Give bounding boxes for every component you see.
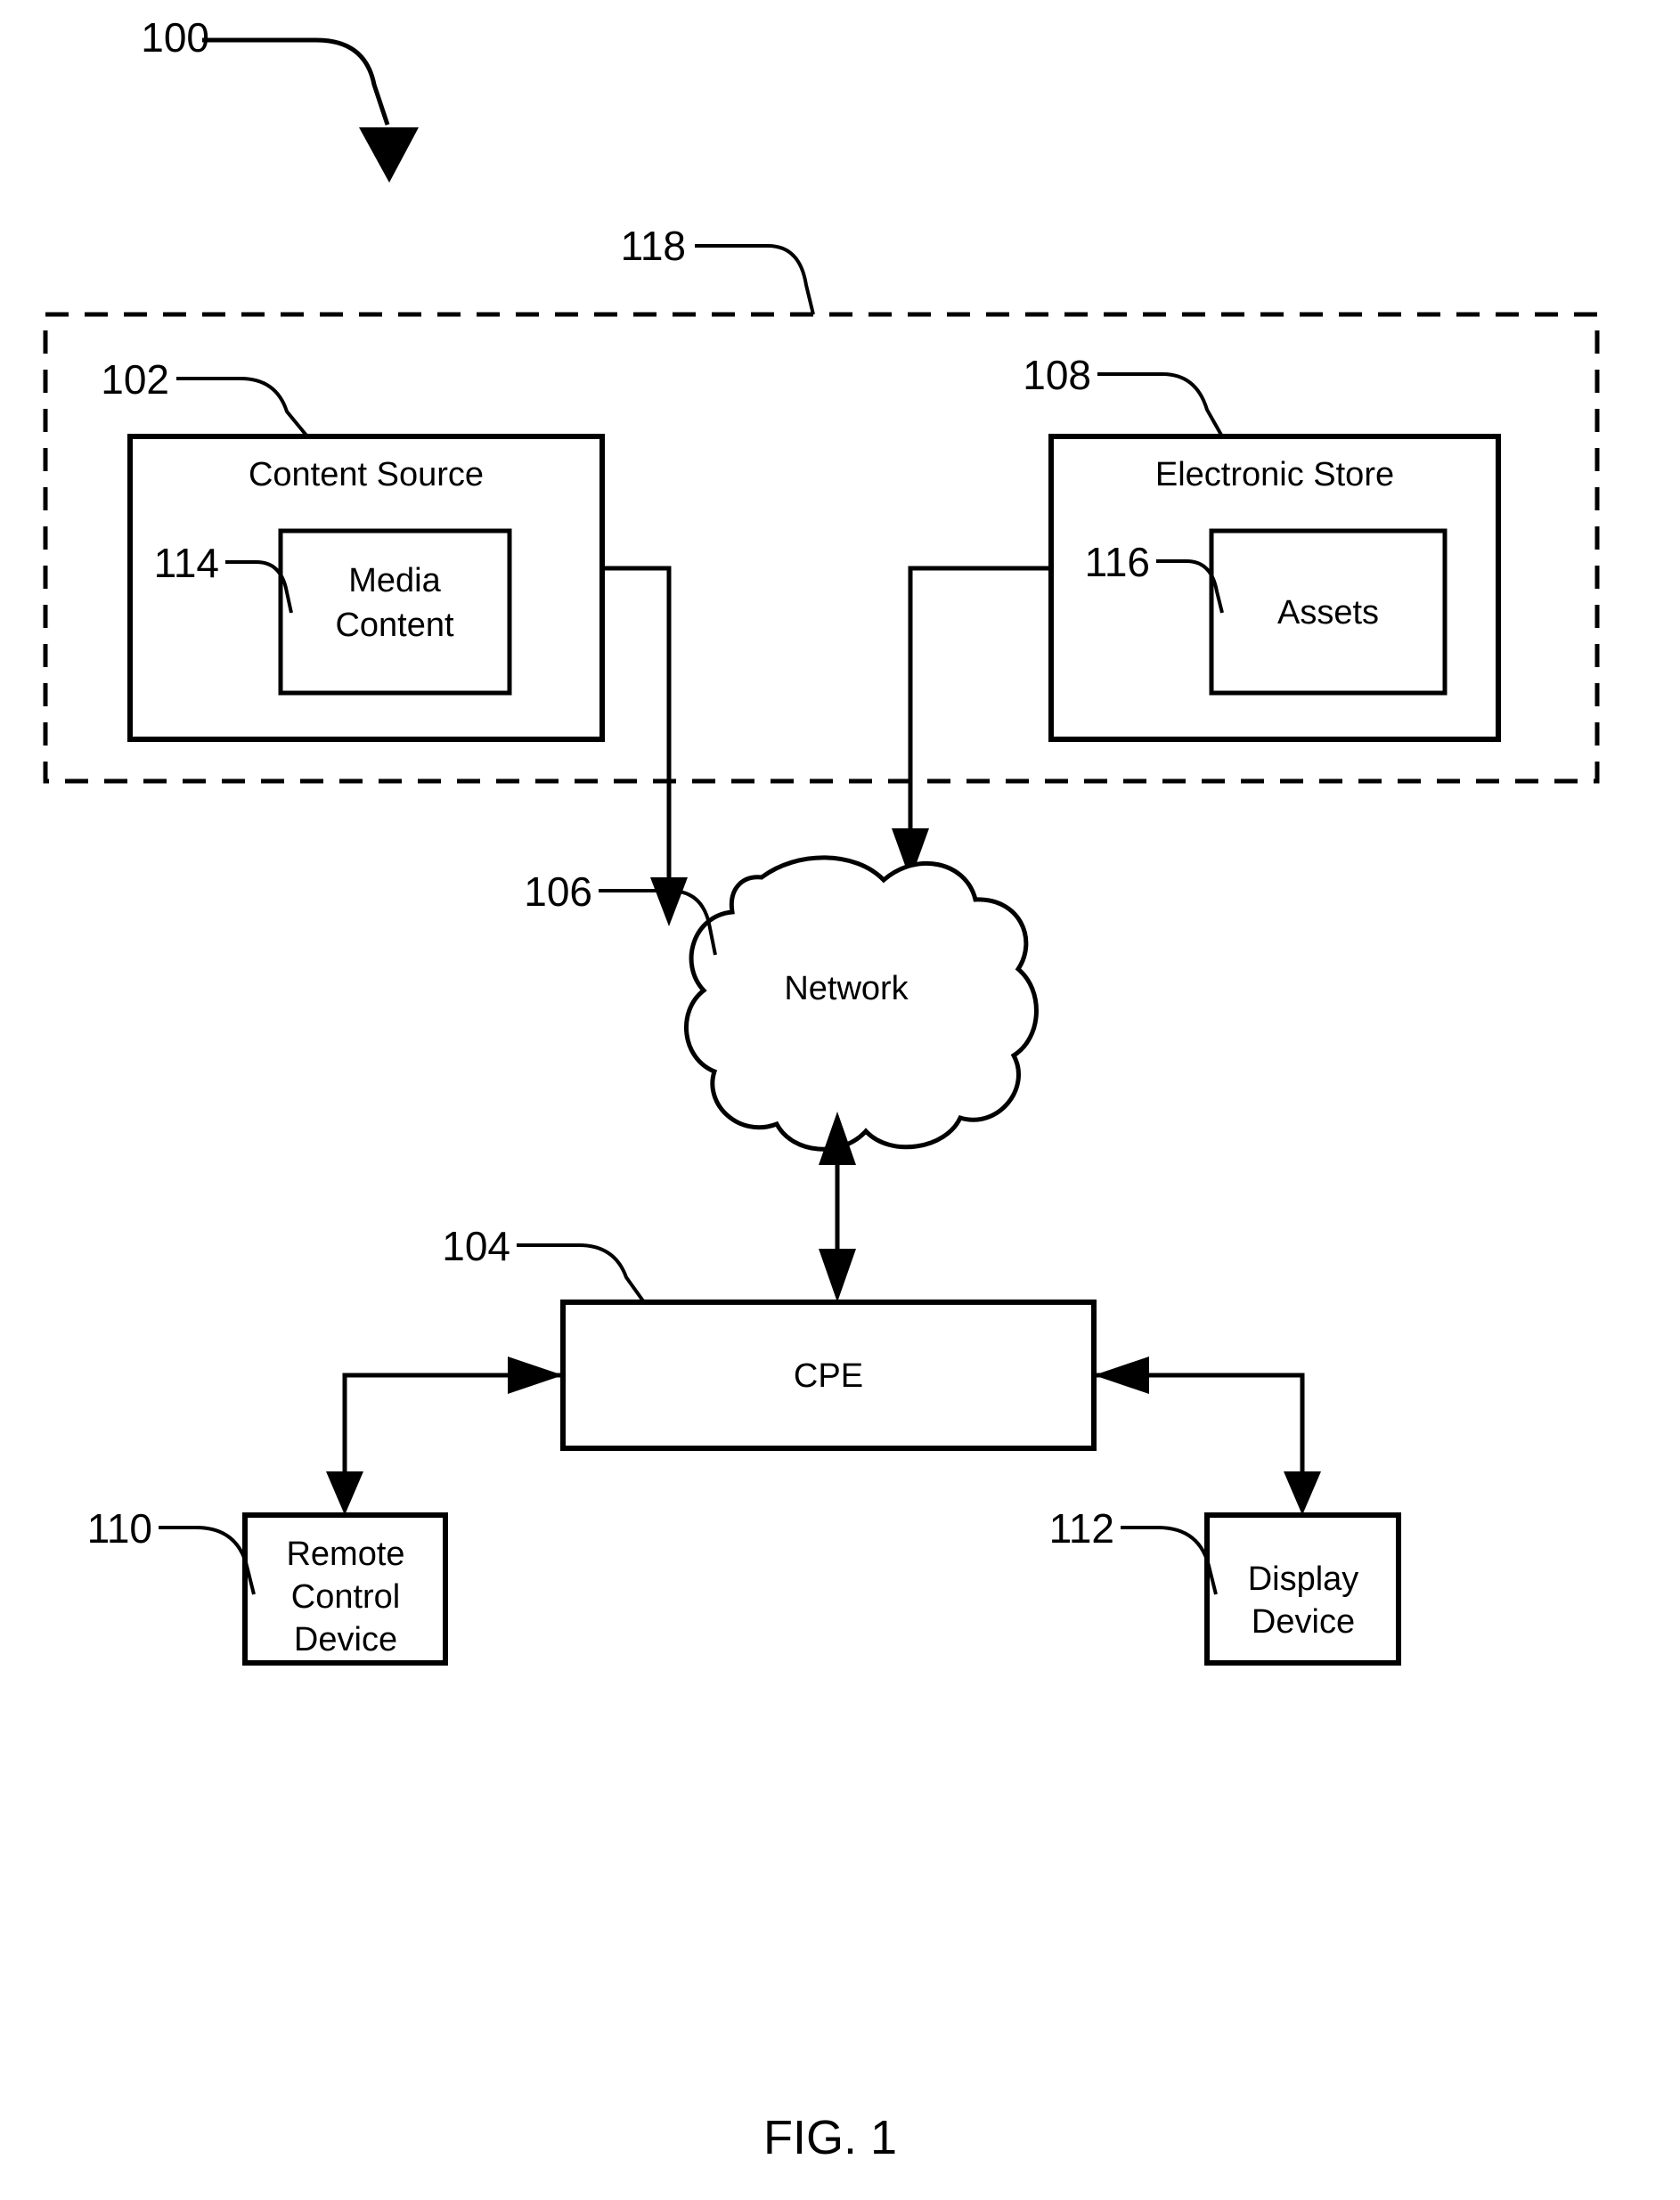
ref-102-leader-line bbox=[176, 377, 309, 438]
ref-number-110: 110 bbox=[87, 1505, 152, 1552]
ref-number-118: 118 bbox=[621, 223, 686, 269]
connector-cpe-remote-arrowhead-right bbox=[508, 1357, 563, 1394]
ref-112-leader-line bbox=[1121, 1526, 1218, 1595]
ref-118-leader-line bbox=[695, 244, 815, 315]
connector-electronic-store-path bbox=[908, 566, 1051, 828]
connector-content-source-to-network bbox=[602, 566, 688, 926]
ref-118-pointer bbox=[695, 244, 815, 315]
connector-cpe-display-arrowhead-left bbox=[1094, 1357, 1149, 1394]
ref-number-112: 112 bbox=[1049, 1505, 1114, 1552]
ref-108-pointer bbox=[1097, 372, 1224, 437]
block-content-source-label: Content Source bbox=[249, 456, 484, 493]
connector-content-source-path bbox=[602, 566, 672, 877]
ref-number-102: 102 bbox=[101, 356, 169, 403]
block-assets-label: Assets bbox=[1277, 594, 1379, 631]
block-display-device-label-line2: Device bbox=[1252, 1603, 1355, 1641]
ref-number-116: 116 bbox=[1085, 539, 1150, 585]
connector-electronic-store-to-network bbox=[892, 566, 1051, 880]
connector-cpe-display-arrowhead-down bbox=[1284, 1471, 1321, 1515]
figure-canvas: 100 118 Content Source 102 Media Content… bbox=[43, 14, 1600, 2164]
patent-figure-page: 100 118 Content Source 102 Media Content… bbox=[0, 0, 1680, 2200]
ref-102-pointer bbox=[176, 377, 309, 438]
block-electronic-store-label: Electronic Store bbox=[1155, 456, 1394, 493]
connector-cpe-display-path bbox=[1094, 1373, 1305, 1474]
ref-number-108: 108 bbox=[1023, 352, 1091, 398]
block-remote-control-device-label-line2: Control bbox=[291, 1578, 401, 1616]
ref-108-leader-line bbox=[1097, 372, 1224, 437]
ref-110-leader-line bbox=[159, 1526, 256, 1595]
system-ref-pointer-100 bbox=[202, 37, 419, 183]
block-display-device-label-line1: Display bbox=[1248, 1560, 1359, 1598]
block-cpe-label: CPE bbox=[794, 1357, 863, 1395]
block-network-label: Network bbox=[784, 970, 909, 1007]
ref-104-pointer bbox=[517, 1243, 646, 1304]
connector-network-cpe-arrowhead-down bbox=[819, 1249, 856, 1302]
figure-caption: FIG. 1 bbox=[763, 2111, 897, 2164]
connector-cpe-remote-arrowhead-down bbox=[326, 1471, 363, 1515]
ref-100-leader-line bbox=[202, 37, 390, 126]
ref-100-arrowhead bbox=[359, 127, 419, 183]
connector-cpe-to-remote bbox=[326, 1357, 563, 1515]
ref-number-106: 106 bbox=[524, 868, 592, 915]
block-media-content-label-line1: Media bbox=[348, 562, 441, 599]
connector-cpe-remote-path bbox=[342, 1373, 563, 1474]
ref-104-leader-line bbox=[517, 1243, 646, 1304]
ref-112-pointer bbox=[1121, 1526, 1218, 1595]
ref-number-114: 114 bbox=[154, 540, 219, 586]
ref-110-pointer bbox=[159, 1526, 256, 1595]
block-media-content-label-line2: Content bbox=[335, 607, 454, 644]
connector-cpe-to-display bbox=[1094, 1357, 1321, 1515]
block-remote-control-device-label-line3: Device bbox=[294, 1621, 397, 1658]
ref-number-104: 104 bbox=[442, 1223, 510, 1269]
connector-content-source-arrowhead bbox=[650, 877, 688, 926]
block-remote-control-device-label-line1: Remote bbox=[286, 1536, 404, 1573]
ref-number-100: 100 bbox=[141, 14, 209, 61]
